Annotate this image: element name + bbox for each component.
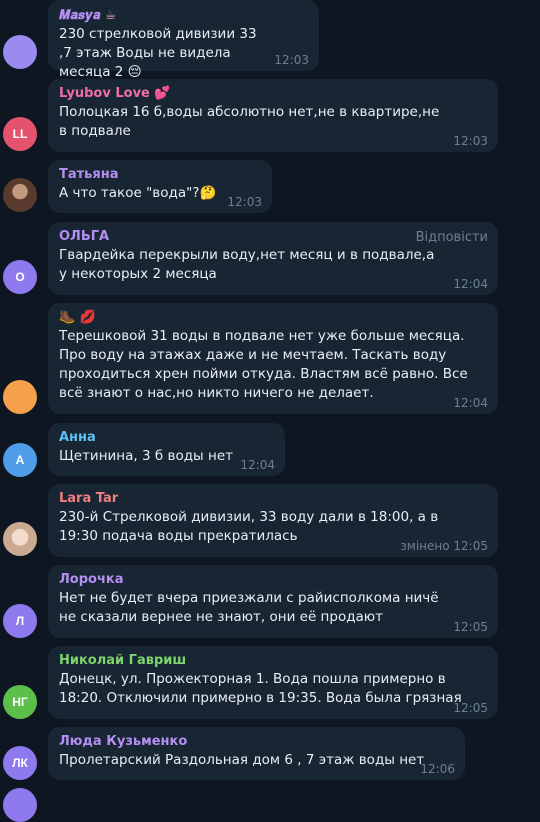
- message-time: 12:06: [420, 762, 455, 776]
- message-bubble[interactable]: 🥾 💋 Терешковой 31 воды в подвале нет уже…: [48, 303, 498, 414]
- sender-name[interactable]: Татьяна: [59, 166, 262, 184]
- name-emoji: 🥾 💋: [59, 310, 96, 325]
- avatar[interactable]: [3, 380, 37, 414]
- message-bubble[interactable]: ОЛЬГА Відповісти Гвардейка перекрыли вод…: [48, 222, 498, 295]
- avatar[interactable]: [3, 522, 37, 556]
- message-text: Пролетарский Раздольная дом 6 , 7 этаж в…: [59, 752, 425, 768]
- message-bubble[interactable]: Lara Tar 230-й Стрелковой дивизии, 33 во…: [48, 484, 498, 557]
- sender-name[interactable]: Николай Гавриш: [59, 652, 488, 670]
- message-time: 12:05: [453, 620, 488, 634]
- name-emoji: 💕: [154, 86, 171, 101]
- message-bubble[interactable]: Lyubov Love 💕 Полоцкая 16 б,воды абсолют…: [48, 79, 498, 152]
- sender-name[interactable]: 🥾 💋: [59, 309, 488, 327]
- message-bubble[interactable]: 𝑴𝒂𝒔𝒚𝒂 ☕ 230 стрелковой дивизии 33 ,7 эта…: [48, 0, 319, 80]
- sender-name[interactable]: Lara Tar: [59, 490, 488, 508]
- message-time: 12:04: [453, 277, 488, 291]
- avatar[interactable]: Л: [3, 604, 37, 638]
- reply-button[interactable]: Відповісти: [416, 230, 488, 245]
- sender-name[interactable]: Лорочка: [59, 571, 488, 589]
- message-text: 230 стрелковой дивизии 33 ,7 этаж Воды н…: [59, 26, 257, 80]
- message-text: Донецк, ул. Прожекторная 1. Вода пошла п…: [59, 671, 462, 706]
- message-bubble[interactable]: Лорочка Нет не будет вчера приезжали с р…: [48, 565, 498, 638]
- avatar[interactable]: ЛК: [3, 746, 37, 780]
- message-bubble[interactable]: Николай Гавриш Донецк, ул. Прожекторная …: [48, 646, 498, 719]
- message-time: 12:04: [240, 458, 275, 472]
- message-bubble[interactable]: Татьяна А что такое "вода"?🤔 12:03: [48, 160, 272, 213]
- avatar[interactable]: LL: [3, 117, 37, 151]
- name-emoji: ☕: [104, 8, 117, 23]
- message-time: змінено 12:05: [400, 539, 488, 553]
- sender-name-text: Lyubov Love: [59, 86, 150, 101]
- message-text: Гвардейка перекрыли воду,нет месяц и в п…: [59, 247, 435, 282]
- avatar[interactable]: О: [3, 260, 37, 294]
- sender-name[interactable]: Люда Кузьменко: [59, 733, 455, 751]
- avatar[interactable]: А: [3, 443, 37, 477]
- sender-name-text: 𝑴𝒂𝒔𝒚𝒂: [59, 8, 101, 23]
- avatar[interactable]: [3, 35, 37, 69]
- sender-name[interactable]: Lyubov Love 💕: [59, 85, 488, 103]
- message-time: 12:03: [453, 134, 488, 148]
- message-time: 12:04: [453, 396, 488, 410]
- avatar[interactable]: [3, 178, 37, 212]
- message-time: 12:03: [227, 195, 262, 209]
- message-time: 12:03: [274, 53, 309, 67]
- message-bubble[interactable]: Люда Кузьменко Пролетарский Раздольная д…: [48, 727, 465, 780]
- sender-name[interactable]: Анна: [59, 429, 275, 447]
- message-bubble[interactable]: Анна Щетинина, 3 б воды нет 12:04: [48, 423, 285, 476]
- message-text: Терешковой 31 воды в подвале нет уже бол…: [59, 328, 468, 401]
- avatar[interactable]: [3, 788, 37, 822]
- message-text: Полоцкая 16 б,воды абсолютно нет,не в кв…: [59, 104, 440, 139]
- sender-name[interactable]: 𝑴𝒂𝒔𝒚𝒂 ☕: [59, 7, 309, 25]
- message-time: 12:05: [453, 701, 488, 715]
- chat-feed: 𝑴𝒂𝒔𝒚𝒂 ☕ 230 стрелковой дивизии 33 ,7 эта…: [0, 0, 540, 822]
- avatar[interactable]: НГ: [3, 685, 37, 719]
- message-text: Нет не будет вчера приезжали с райисполк…: [59, 590, 439, 625]
